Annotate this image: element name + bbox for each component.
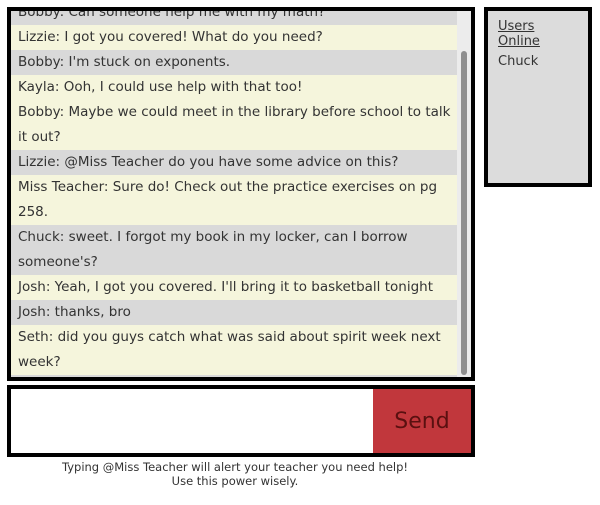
scrollbar-thumb[interactable] [461,51,467,375]
chat-window: Bobby: Can someone help me with my math?… [7,7,475,381]
send-button[interactable]: Send [373,385,475,457]
message-input[interactable] [7,385,377,457]
help-hint-line-2: Use this power wisely. [171,474,299,488]
chat-message: Bobby: Maybe we could meet in the librar… [11,100,457,150]
message-list: Bobby: Can someone help me with my math?… [11,11,457,377]
chat-message: Bobby: I'm stuck on exponents. [11,50,457,75]
online-user[interactable]: Chuck [498,53,578,71]
chat-message: Lizzie: I got you covered! What do you n… [11,25,457,50]
chat-scrollbar[interactable] [457,11,471,377]
chat-message: Miss Teacher: Sure do! Check out the pra… [11,175,457,225]
chat-message: Kayla: Ooh, I could use help with that t… [11,75,457,100]
chat-message: Lizzie: @Miss Teacher do you have some a… [11,150,457,175]
users-online-panel: Users Online Chuck [484,7,592,187]
chat-message: Josh: thanks, bro [11,300,457,325]
chat-message: Kayla: yeah, there's a contest by homero… [11,375,457,377]
users-online-title: Users Online [498,19,540,49]
chat-message: Chuck: sweet. I forgot my book in my loc… [11,225,457,275]
chat-message: Seth: did you guys catch what was said a… [11,325,457,375]
user-list: Chuck [498,53,578,71]
chat-message: Josh: Yeah, I got you covered. I'll brin… [11,275,457,300]
chat-message: Bobby: Can someone help me with my math? [11,11,457,25]
help-hint-line-1: Typing @Miss Teacher will alert your tea… [61,460,409,474]
help-hint: Typing @Miss Teacher will alert your tea… [0,460,470,488]
